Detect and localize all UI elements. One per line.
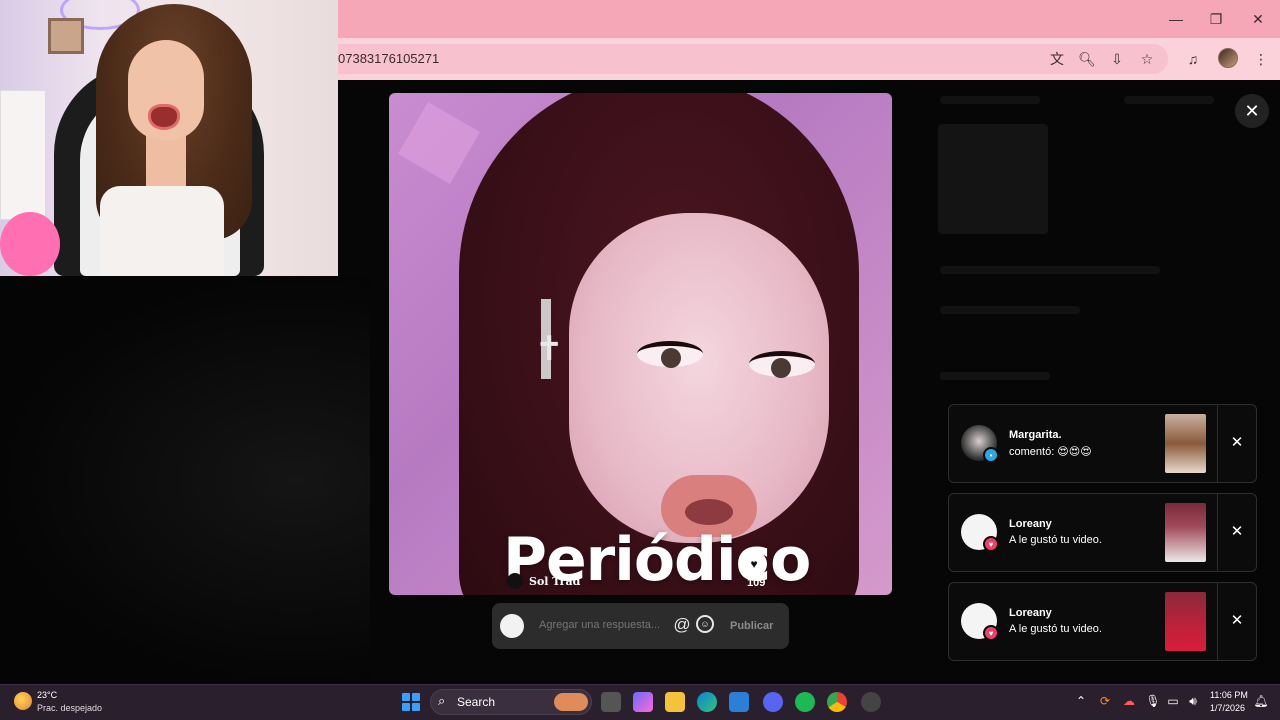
store-icon[interactable] <box>729 692 749 712</box>
tray-overflow-icon[interactable]: ⌃ <box>1072 692 1090 710</box>
notification-card[interactable]: ♥ Loreany A le gustó tu video. ✕ <box>948 582 1257 661</box>
notification-divider <box>1217 494 1218 571</box>
notification-divider <box>1217 583 1218 660</box>
zoom-icon[interactable]: 🔍︎ <box>1076 48 1098 70</box>
notification-name: Loreany <box>1009 518 1052 530</box>
close-window-icon[interactable]: ✕ <box>1248 9 1268 29</box>
webcam-person-neck <box>146 136 186 186</box>
mention-icon[interactable]: @ <box>672 615 692 635</box>
screen: — ❐ ✕ 07383176105271 文 🔍︎ ⇩ ☆ ♫ ⋮ ✝ Peri… <box>0 0 1280 720</box>
close-icon[interactable]: ✕ <box>1227 611 1247 631</box>
microphone-icon[interactable]: 🎙︎ <box>1144 692 1162 710</box>
brand-logo-text: Sol Trad <box>529 575 581 588</box>
close-icon: ✕ <box>1244 100 1260 121</box>
notification-text: comentó: 😍😍😍 <box>1009 446 1092 458</box>
like-heart-icon[interactable]: ♥ <box>741 551 767 577</box>
weather-icon[interactable] <box>14 692 32 710</box>
profile-avatar[interactable] <box>1218 48 1238 68</box>
backdrop-line <box>940 96 1040 104</box>
tray-app-icon[interactable]: ☁ <box>1120 692 1138 710</box>
media-controls-icon[interactable]: ♫ <box>1182 48 1204 70</box>
menu-kebab-icon[interactable]: ⋮ <box>1250 48 1272 70</box>
webcam-person-top <box>100 186 224 276</box>
notification-name: Margarita. <box>1009 429 1062 441</box>
file-explorer-icon[interactable] <box>665 692 685 712</box>
video-person-eye <box>749 351 815 378</box>
url-text[interactable]: 07383176105271 <box>338 51 439 66</box>
comment-badge-icon: • <box>983 447 999 463</box>
story-video[interactable]: ✝ Periódico Sol Trad ♥ 109 <box>389 93 892 595</box>
backdrop-thumbnail <box>938 124 1048 234</box>
restore-icon[interactable]: ❐ <box>1206 9 1226 29</box>
spotify-icon[interactable] <box>795 692 815 712</box>
notification-bell-icon[interactable]: 🔔︎ <box>1252 692 1270 710</box>
notification-thumbnail[interactable] <box>1165 592 1206 651</box>
video-person-mouth <box>685 499 733 525</box>
backdrop-line <box>940 372 1050 380</box>
notification-text: A le gustó tu video. <box>1009 534 1102 546</box>
notification-text: A le gustó tu video. <box>1009 623 1102 635</box>
emoji-icon[interactable]: ☺ <box>696 615 714 633</box>
heart-badge-icon: ♥ <box>983 536 999 552</box>
bookmark-star-icon[interactable]: ☆ <box>1136 48 1158 70</box>
search-highlight-image <box>554 693 588 711</box>
video-person-eye <box>637 341 703 368</box>
notification-divider <box>1217 405 1218 482</box>
notification-thumbnail[interactable] <box>1165 414 1206 473</box>
notification-name: Loreany <box>1009 607 1052 619</box>
weather-description[interactable]: Prac. despejado <box>37 703 102 713</box>
volume-icon[interactable]: 🔊︎ <box>1184 692 1202 710</box>
webcam-shelf <box>0 90 46 220</box>
notification-card[interactable]: • Margarita. comentó: 😍😍😍 ✕ <box>948 404 1257 483</box>
backdrop-line <box>1124 96 1214 104</box>
clock-time[interactable]: 11:06 PM <box>1210 690 1248 700</box>
translate-icon[interactable]: 文 <box>1046 48 1068 70</box>
cross-earring-icon: ✝ <box>535 330 564 368</box>
video-background-light <box>398 102 480 184</box>
backdrop-blur <box>0 276 370 684</box>
reply-input[interactable] <box>539 619 669 631</box>
webcam-person-mouth <box>148 104 180 130</box>
search-icon: ⌕ <box>438 693 446 708</box>
notification-thumbnail[interactable] <box>1165 503 1206 562</box>
chrome-icon[interactable] <box>827 692 847 712</box>
like-count: 109 <box>747 577 766 589</box>
clock-date[interactable]: 1/7/2026 <box>1210 703 1245 713</box>
edge-icon[interactable] <box>697 692 717 712</box>
close-icon[interactable]: ✕ <box>1227 522 1247 542</box>
backdrop-line <box>940 306 1080 314</box>
reply-user-avatar <box>500 614 524 638</box>
weather-temperature[interactable]: 23°C <box>37 690 57 700</box>
backdrop-line <box>940 266 1160 274</box>
network-icon[interactable]: ▭ <box>1164 692 1182 710</box>
publish-button[interactable]: Publicar <box>730 620 773 632</box>
tray-app-icon[interactable]: ⟳ <box>1096 692 1114 710</box>
close-icon[interactable]: ✕ <box>1227 433 1247 453</box>
notification-card[interactable]: ♥ Loreany A le gustó tu video. ✕ <box>948 493 1257 572</box>
install-app-icon[interactable]: ⇩ <box>1106 48 1128 70</box>
webcam-overlay <box>0 0 338 276</box>
copilot-icon[interactable] <box>633 692 653 712</box>
task-view-icon[interactable] <box>601 692 621 712</box>
heart-badge-icon: ♥ <box>983 625 999 641</box>
search-label[interactable]: Search <box>457 695 495 709</box>
app-icon[interactable] <box>861 692 881 712</box>
webcam-picture-frame <box>48 18 84 54</box>
close-video-button[interactable]: ✕ <box>1235 94 1269 128</box>
minimize-icon[interactable]: — <box>1166 9 1186 29</box>
start-windows-icon[interactable] <box>402 693 420 711</box>
brand-logo-mark <box>507 573 523 589</box>
discord-icon[interactable] <box>763 692 783 712</box>
webcam-plush <box>0 212 60 276</box>
